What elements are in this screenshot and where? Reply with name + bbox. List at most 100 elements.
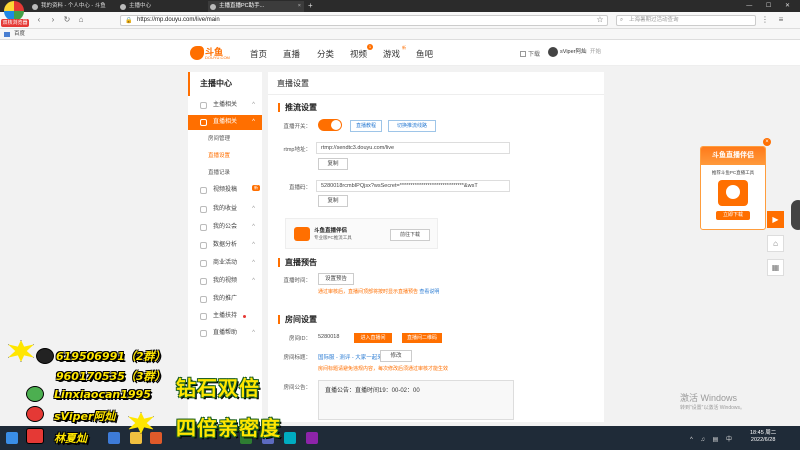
user-menu[interactable]: sViper阿灿 开始 <box>548 47 601 57</box>
companion-ad[interactable]: 斗鱼直播伴侣 推荐斗鱼PC直播工具 立即下载 <box>700 146 766 230</box>
game-new-tag: 新 <box>402 45 406 50</box>
url-input[interactable]: 🔒 https://mp.douyu.com/live/main <box>120 15 608 26</box>
douyu-favicon-icon <box>120 4 126 10</box>
floating-edge-button[interactable] <box>791 200 800 230</box>
download-icon <box>520 51 526 57</box>
bookmark-icon <box>4 32 10 37</box>
sidebar-item-income[interactable]: 我的收益 ^ <box>188 202 262 217</box>
tab-live-assistant[interactable]: 主播直播PC助手... × <box>208 1 304 12</box>
chart-icon <box>200 242 207 249</box>
home-icon[interactable]: ⌂ <box>76 15 86 25</box>
star-icon[interactable]: ☆ <box>595 15 605 25</box>
sidebar-item-my-videos[interactable]: 我的视频 ^ <box>188 274 262 289</box>
sidebar-item-video-upload[interactable]: 视频投稿 新 <box>188 183 262 198</box>
section-room-settings: 房间设置 <box>278 315 317 324</box>
douyu-fish-icon <box>190 46 204 60</box>
refresh-icon[interactable]: ↻ <box>62 15 72 25</box>
companion-app-icon <box>294 227 310 241</box>
sidebar-sub-room-manage[interactable]: 房间管理 <box>188 132 262 147</box>
ad-download-button[interactable]: 立即下载 <box>716 211 750 220</box>
burst-decoration-icon <box>8 340 34 362</box>
site-header: 斗鱼 DOUYU.COM 首页 直播 分类 视频 1 游戏 新 鱼吧 下载 sV… <box>0 40 800 66</box>
section-stream-settings: 推流设置 <box>278 103 317 112</box>
tab-anchor-center[interactable]: 主播中心 <box>118 1 202 12</box>
search-icon: ⌕ <box>620 17 624 23</box>
play-icon[interactable]: ▶ <box>767 211 784 228</box>
wechat-icon <box>26 386 44 402</box>
sidebar-item-guild[interactable]: 我的公会 ^ <box>188 220 262 235</box>
back-icon[interactable]: ‹ <box>34 15 44 25</box>
extensions-icon[interactable]: ⋮ <box>760 15 770 25</box>
download-link[interactable]: 下载 <box>520 49 540 58</box>
sidebar-item-anchor[interactable]: 主播相关 ^ <box>188 98 262 113</box>
nav-yuba[interactable]: 鱼吧 <box>416 48 433 60</box>
live-switch-toggle[interactable] <box>318 119 342 131</box>
browser-logo-label: 双核浏览器 <box>1 19 29 27</box>
qrcode-icon[interactable]: ▦ <box>767 259 784 276</box>
new-tab-button[interactable]: + <box>308 0 313 12</box>
new-badge: 新 <box>252 185 260 191</box>
sidebar-title: 主播中心 <box>188 72 262 96</box>
sidebar-item-analytics[interactable]: 数据分析 ^ <box>188 238 262 253</box>
tab-my-profile[interactable]: 我的资料 - 个人中心 - 斗鱼 <box>30 1 112 12</box>
home-tool-icon[interactable]: ⌂ <box>767 235 784 252</box>
preview-note: 通过审核后，直播间顶部将按时显示直播预告 查看说明 <box>318 289 440 295</box>
section-live-preview: 直播预告 <box>278 258 317 267</box>
ad-header: 斗鱼直播伴侣 <box>701 147 765 165</box>
sidebar-item-promotion[interactable]: 我的推广 <box>188 292 262 307</box>
avatar <box>548 47 558 57</box>
stream-code-field[interactable]: 5280018rcmbIPQjsx?wsSecret=*************… <box>316 180 510 192</box>
film-icon <box>200 278 207 285</box>
nav-home[interactable]: 首页 <box>250 48 267 60</box>
switch-line-button[interactable]: 切换推流线路 <box>388 120 436 132</box>
live-tutorial-button[interactable]: 直播教程 <box>350 120 382 132</box>
qq-icon <box>36 348 54 364</box>
wechat-id: Linxiaocan1995 <box>54 388 151 401</box>
window-controls[interactable]: — ☐ ✕ <box>746 0 796 12</box>
browser-tab-bar: 我的资料 - 个人中心 - 斗鱼 主播中心 主播直播PC助手... × + — … <box>0 0 800 12</box>
browser-logo-icon[interactable] <box>4 1 24 21</box>
qq-group-2: 960170535（3群） <box>56 370 166 383</box>
douyin-icon <box>26 428 44 444</box>
douyu-favicon-icon <box>210 4 216 10</box>
video-icon <box>200 187 207 194</box>
sidebar-item-support[interactable]: 主播扶持 <box>188 309 262 324</box>
sidebar-item-business[interactable]: 商业活动 ^ <box>188 256 262 271</box>
nav-game[interactable]: 游戏 <box>383 48 400 60</box>
bookmark-baidu[interactable]: 百度 <box>14 31 25 37</box>
copy-code-button[interactable]: 复制 <box>318 195 348 207</box>
copy-rtmp-button[interactable]: 复制 <box>318 158 348 170</box>
set-preview-button[interactable]: 设置预告 <box>318 273 354 285</box>
weibo-id: sViper阿灿 <box>54 410 116 423</box>
nav-live[interactable]: 直播 <box>283 48 300 60</box>
rtmp-label: rtmp地址： <box>283 147 311 153</box>
sidebar-sub-live-settings[interactable]: 直播设置 <box>188 149 262 164</box>
bookmarks-bar: 百度 <box>0 29 800 40</box>
qq-group-1: 619506991（2群） <box>56 350 166 363</box>
forward-icon[interactable]: › <box>48 15 58 25</box>
rtmp-address-field[interactable]: rtmp://sendtc3.douyu.com/live <box>316 142 510 154</box>
browser-search-input[interactable]: ⌕ 上海暑期过活动查询 <box>616 15 756 26</box>
preview-time-label: 直播时间： <box>283 278 311 284</box>
wallet-icon <box>200 206 207 213</box>
guild-icon <box>200 224 207 231</box>
sidebar-item-live[interactable]: 直播相关 ^ <box>188 115 262 130</box>
ad-description: 推荐斗鱼PC直播工具 <box>711 170 755 175</box>
live-switch-label: 直播开关： <box>283 124 311 130</box>
nav-video[interactable]: 视频 <box>350 48 367 60</box>
ad-close-icon[interactable]: × <box>763 138 771 146</box>
live-icon <box>200 119 207 126</box>
toggle-knob <box>331 120 341 130</box>
download-companion-button[interactable]: 前往下载 <box>390 229 430 241</box>
live-companion-promo: 斗鱼直播伴侣 专业版PC推流工具 前往下载 <box>285 218 438 249</box>
preview-help-link[interactable]: 查看说明 <box>419 289 439 295</box>
douyu-logo[interactable]: 斗鱼 DOUYU.COM <box>190 45 232 61</box>
douyin-id: 林夏灿 <box>54 432 87 445</box>
sidebar-sub-live-records[interactable]: 直播记录 <box>188 166 262 181</box>
menu-icon[interactable]: ≡ <box>776 15 786 25</box>
nav-category[interactable]: 分类 <box>317 48 334 60</box>
companion-logo-icon <box>718 180 748 206</box>
stream-overlay: 619506991（2群） 960170535（3群） Linxiaocan19… <box>0 326 800 450</box>
promo-intimacy: 四倍亲密度 <box>176 416 281 440</box>
close-tab-icon[interactable]: × <box>298 1 301 12</box>
